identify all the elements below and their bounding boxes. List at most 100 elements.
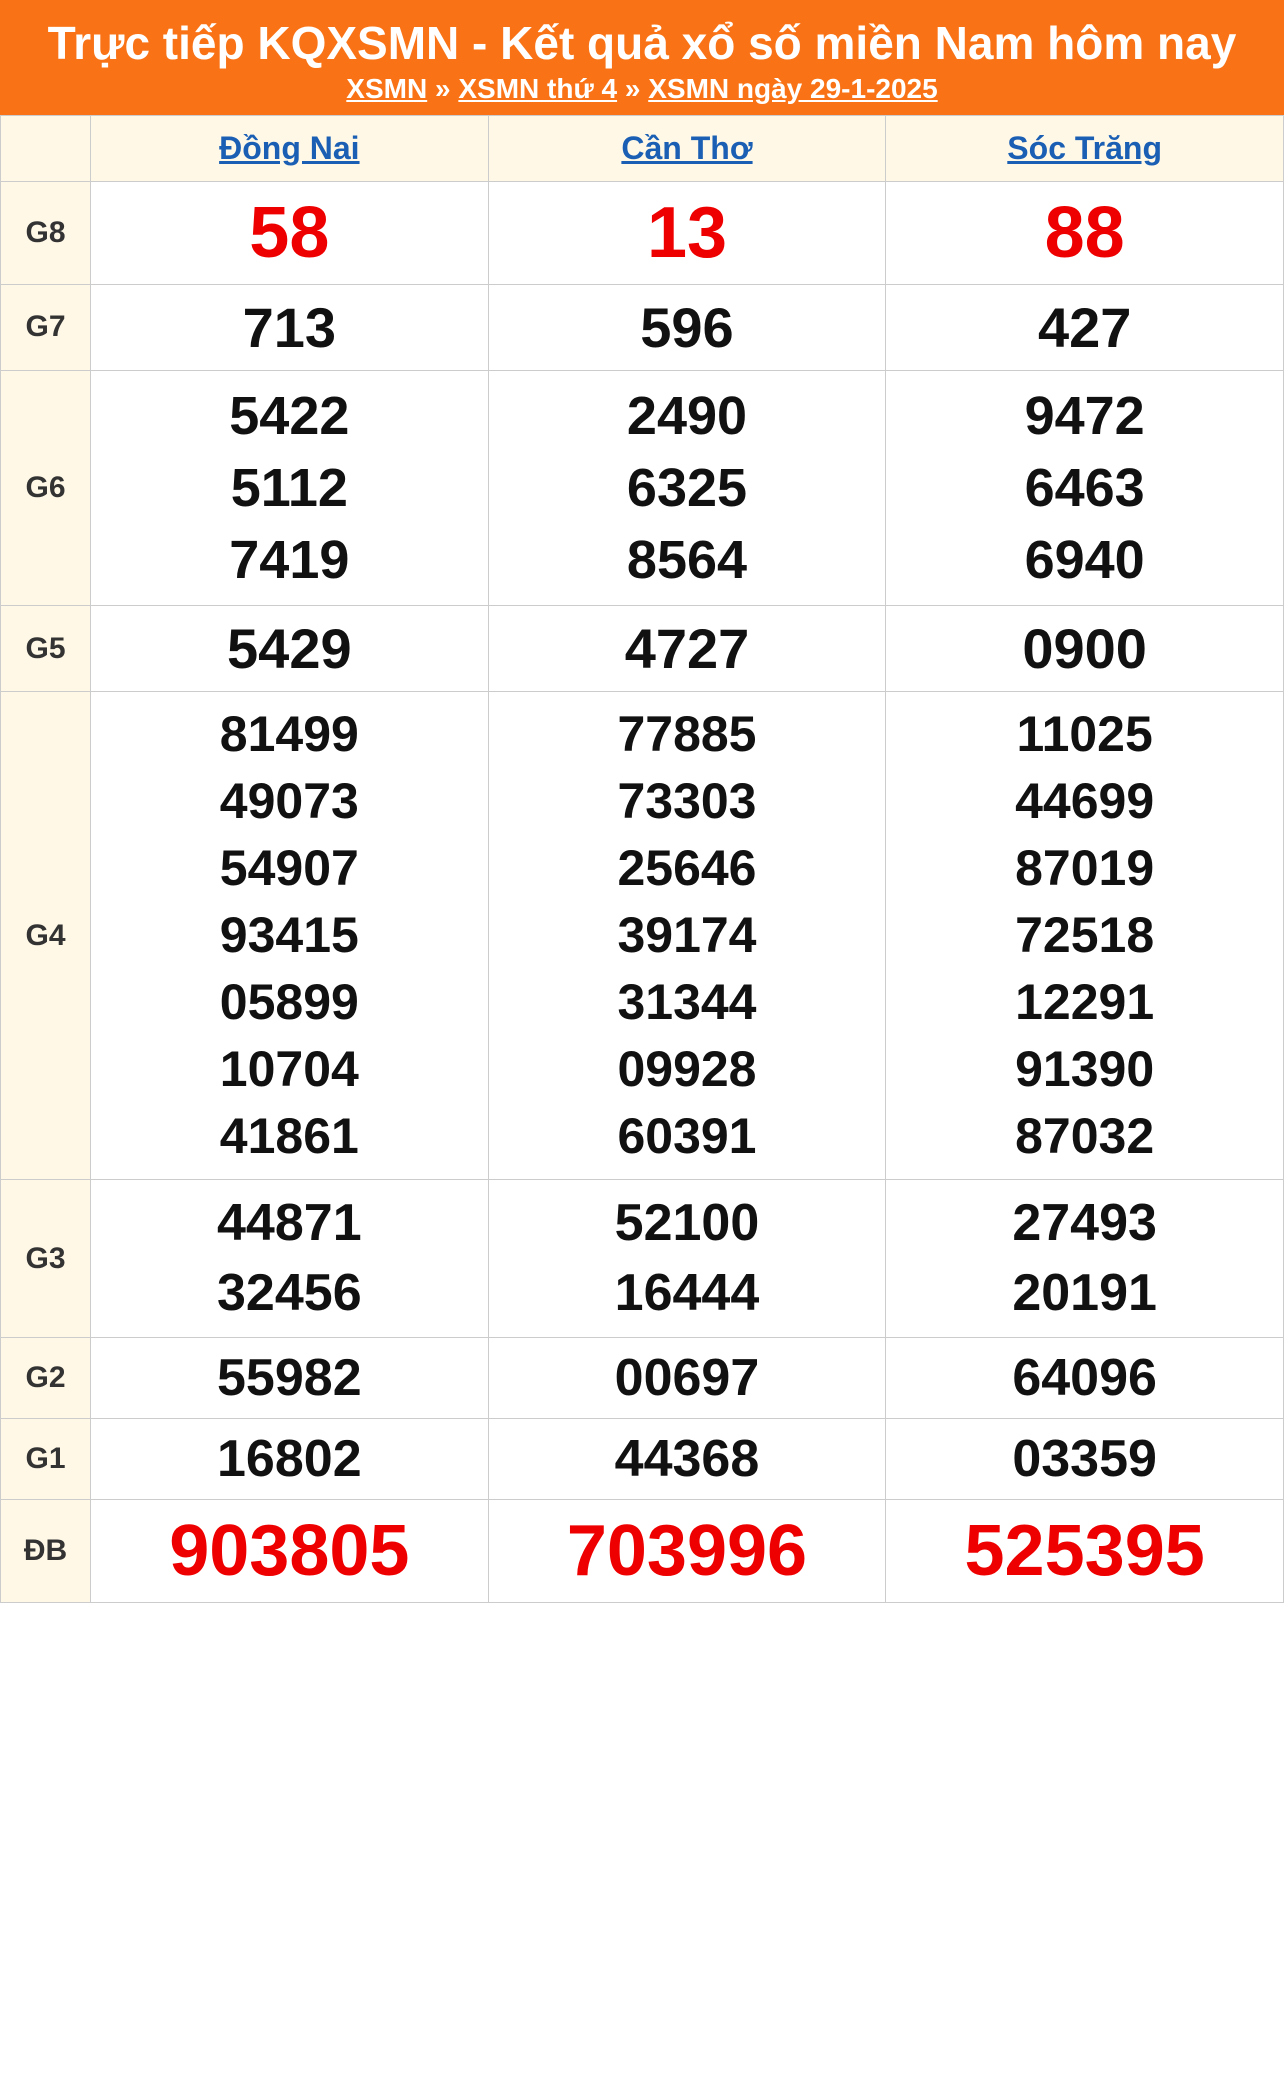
db-dong-nai: 903805 <box>91 1500 489 1603</box>
g4-dn-4: 93415 <box>220 903 359 968</box>
g4-ct-7: 60391 <box>617 1104 756 1169</box>
g6-can-tho-multi: 2490 6325 8564 <box>493 381 882 596</box>
g4-ct-4: 39174 <box>617 903 756 968</box>
g7-soc-trang: 427 <box>886 284 1284 370</box>
g8-soc-trang: 88 <box>886 181 1284 284</box>
g5-soc-trang: 0900 <box>886 606 1284 692</box>
col-header-can-tho[interactable]: Cần Thơ <box>488 115 886 181</box>
g4-st-2: 44699 <box>1015 769 1154 834</box>
g6-dong-nai: 5422 5112 7419 <box>91 370 489 606</box>
g4-ct-1: 77885 <box>617 702 756 767</box>
g4-ct-6: 09928 <box>617 1037 756 1102</box>
g2-dong-nai: 55982 <box>91 1338 489 1419</box>
label-g8: G8 <box>1 181 91 284</box>
g4-ct-3: 25646 <box>617 836 756 901</box>
g4-soc-trang-multi: 11025 44699 87019 72518 12291 91390 8703… <box>890 702 1279 1169</box>
g4-dn-7: 41861 <box>220 1104 359 1169</box>
g4-can-tho: 77885 73303 25646 39174 31344 09928 6039… <box>488 692 886 1180</box>
g3-ct-1: 52100 <box>615 1190 760 1258</box>
g6-soc-trang-3: 6940 <box>1025 525 1145 595</box>
label-db: ĐB <box>1 1500 91 1603</box>
breadcrumb-thu4[interactable]: XSMN thứ 4 <box>458 73 617 104</box>
g8-dong-nai: 58 <box>91 181 489 284</box>
g3-can-tho: 52100 16444 <box>488 1180 886 1338</box>
g4-dong-nai-multi: 81499 49073 54907 93415 05899 10704 4186… <box>95 702 484 1169</box>
g2-soc-trang: 64096 <box>886 1338 1284 1419</box>
label-g4: G4 <box>1 692 91 1180</box>
db-can-tho: 703996 <box>488 1500 886 1603</box>
g7-dong-nai: 713 <box>91 284 489 370</box>
g6-can-tho: 2490 6325 8564 <box>488 370 886 606</box>
g3-can-tho-multi: 52100 16444 <box>493 1190 882 1327</box>
g3-soc-trang-multi: 27493 20191 <box>890 1190 1279 1327</box>
g6-soc-trang-multi: 9472 6463 6940 <box>890 381 1279 596</box>
g4-dn-2: 49073 <box>220 769 359 834</box>
g4-dn-3: 54907 <box>220 836 359 901</box>
row-g1: G1 16802 44368 03359 <box>1 1419 1284 1500</box>
header: Trực tiếp KQXSMN - Kết quả xổ số miền Na… <box>0 0 1284 115</box>
breadcrumb-sep2: » <box>617 73 648 104</box>
g5-can-tho: 4727 <box>488 606 886 692</box>
g6-can-tho-3: 8564 <box>627 525 747 595</box>
row-g6: G6 5422 5112 7419 2490 6325 8564 9472 64 <box>1 370 1284 606</box>
g6-soc-trang-2: 6463 <box>1025 453 1145 523</box>
g4-can-tho-multi: 77885 73303 25646 39174 31344 09928 6039… <box>493 702 882 1169</box>
g1-soc-trang: 03359 <box>886 1419 1284 1500</box>
label-g7: G7 <box>1 284 91 370</box>
g4-st-3: 87019 <box>1015 836 1154 901</box>
g6-dong-nai-2: 5112 <box>231 453 348 523</box>
g6-can-tho-2: 6325 <box>627 453 747 523</box>
g4-st-4: 72518 <box>1015 903 1154 968</box>
g3-dong-nai-multi: 44871 32456 <box>95 1190 484 1327</box>
row-g5: G5 5429 4727 0900 <box>1 606 1284 692</box>
col-header-label <box>1 115 91 181</box>
row-g3: G3 44871 32456 52100 16444 27493 20191 <box>1 1180 1284 1338</box>
g4-ct-2: 73303 <box>617 769 756 834</box>
row-g7: G7 713 596 427 <box>1 284 1284 370</box>
row-g2: G2 55982 00697 64096 <box>1 1338 1284 1419</box>
g1-can-tho: 44368 <box>488 1419 886 1500</box>
g3-st-2: 20191 <box>1012 1260 1157 1328</box>
breadcrumb-sep1: » <box>427 73 458 104</box>
g6-dong-nai-1: 5422 <box>229 381 349 451</box>
g4-ct-5: 31344 <box>617 970 756 1035</box>
g4-dn-5: 05899 <box>220 970 359 1035</box>
g7-can-tho: 596 <box>488 284 886 370</box>
results-table: Đồng Nai Cần Thơ Sóc Trăng G8 58 13 88 G… <box>0 115 1284 1604</box>
label-g2: G2 <box>1 1338 91 1419</box>
g4-st-6: 91390 <box>1015 1037 1154 1102</box>
label-g3: G3 <box>1 1180 91 1338</box>
label-g6: G6 <box>1 370 91 606</box>
g4-dn-1: 81499 <box>220 702 359 767</box>
g3-dn-2: 32456 <box>217 1260 362 1328</box>
g6-can-tho-1: 2490 <box>627 381 747 451</box>
breadcrumb-xsmn[interactable]: XSMN <box>346 73 427 104</box>
g4-dong-nai: 81499 49073 54907 93415 05899 10704 4186… <box>91 692 489 1180</box>
breadcrumb: XSMN » XSMN thứ 4 » XSMN ngày 29-1-2025 <box>10 73 1274 105</box>
g5-dong-nai: 5429 <box>91 606 489 692</box>
row-db: ĐB 903805 703996 525395 <box>1 1500 1284 1603</box>
col-header-dong-nai[interactable]: Đồng Nai <box>91 115 489 181</box>
breadcrumb-date[interactable]: XSMN ngày 29-1-2025 <box>648 73 937 104</box>
g6-dong-nai-3: 7419 <box>229 525 349 595</box>
label-g5: G5 <box>1 606 91 692</box>
col-header-soc-trang[interactable]: Sóc Trăng <box>886 115 1284 181</box>
g4-st-1: 11025 <box>1017 702 1153 767</box>
label-g1: G1 <box>1 1419 91 1500</box>
g1-dong-nai: 16802 <box>91 1419 489 1500</box>
g6-soc-trang-1: 9472 <box>1025 381 1145 451</box>
g2-can-tho: 00697 <box>488 1338 886 1419</box>
row-g8: G8 58 13 88 <box>1 181 1284 284</box>
g6-soc-trang: 9472 6463 6940 <box>886 370 1284 606</box>
g4-st-7: 87032 <box>1015 1104 1154 1169</box>
row-g4: G4 81499 49073 54907 93415 05899 10704 4… <box>1 692 1284 1180</box>
g4-soc-trang: 11025 44699 87019 72518 12291 91390 8703… <box>886 692 1284 1180</box>
g3-st-1: 27493 <box>1012 1190 1157 1258</box>
page-title: Trực tiếp KQXSMN - Kết quả xổ số miền Na… <box>10 18 1274 69</box>
g8-can-tho: 13 <box>488 181 886 284</box>
g6-dong-nai-multi: 5422 5112 7419 <box>95 381 484 596</box>
g3-dn-1: 44871 <box>217 1190 362 1258</box>
g3-soc-trang: 27493 20191 <box>886 1180 1284 1338</box>
g4-st-5: 12291 <box>1015 970 1154 1035</box>
db-soc-trang: 525395 <box>886 1500 1284 1603</box>
